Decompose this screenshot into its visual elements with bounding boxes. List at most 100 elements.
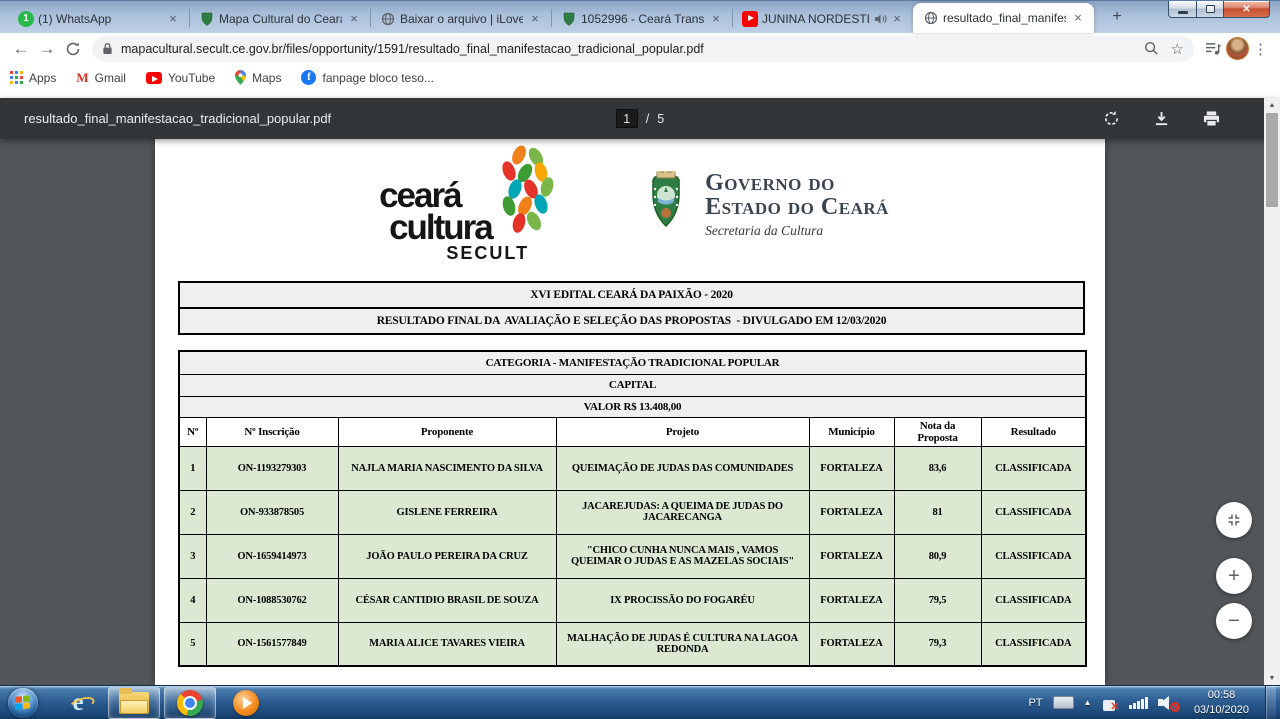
windows-flag-icon — [15, 695, 31, 711]
cell-resultado: CLASSIFICADA — [981, 446, 1086, 490]
taskbar-media-player[interactable] — [220, 687, 272, 719]
fit-page-button[interactable] — [1216, 502, 1252, 538]
network-signal-icon[interactable] — [1129, 696, 1148, 709]
cell-projeto: QUEIMAÇÃO DE JUDAS DAS COMUNIDADES — [556, 446, 809, 490]
window-controls: ✕ — [1168, 1, 1270, 18]
column-header: Nº — [179, 417, 206, 446]
download-icon[interactable] — [1154, 111, 1169, 127]
logo-text-secretaria: Secretaria da Cultura — [705, 223, 889, 239]
show-desktop-button[interactable] — [1265, 686, 1276, 719]
tab-close-icon[interactable]: × — [708, 11, 724, 27]
tab-resultado-pdf-active[interactable]: resultado_final_manifest × — [913, 3, 1094, 33]
address-bar[interactable]: mapacultural.secult.ce.gov.br/files/oppo… — [92, 36, 1194, 62]
edital-title: XVI EDITAL CEARÁ DA PAIXÃO - 2020 — [179, 282, 1084, 308]
tab-close-icon[interactable]: × — [346, 11, 362, 27]
print-icon[interactable] — [1203, 111, 1220, 127]
lock-icon[interactable] — [102, 42, 113, 55]
cell-nota: 83,6 — [894, 446, 981, 490]
maps-pin-icon — [235, 70, 246, 85]
tab-close-icon[interactable]: × — [527, 11, 543, 27]
remove-hardware-icon[interactable]: ✕ — [1101, 695, 1119, 711]
column-header: Município — [809, 417, 894, 446]
youtube-icon — [742, 11, 758, 27]
value-line: VALOR R$ 13.408,00 — [179, 396, 1086, 417]
cell-proponente: JOÃO PAULO PEREIRA DA CRUZ — [338, 534, 556, 578]
tab-close-icon[interactable]: × — [165, 11, 181, 27]
cell-proponente: GISLENE FERREIRA — [338, 490, 556, 534]
column-header: Nota da Proposta — [894, 417, 981, 446]
bookmark-label: Maps — [252, 71, 281, 85]
zoom-page-icon[interactable] — [1144, 41, 1159, 56]
scroll-down-icon[interactable]: ▼ — [1264, 671, 1280, 685]
new-tab-button[interactable]: + — [1103, 7, 1131, 29]
cell-projeto: IX PROCISSÃO DO FOGARÉU — [556, 578, 809, 622]
minimize-window-button[interactable] — [1168, 1, 1197, 18]
bookmark-star-icon[interactable]: ☆ — [1171, 40, 1184, 58]
screen: 1 (1) WhatsApp × Mapa Cultural do Ceará … — [0, 0, 1280, 719]
apps-grid-icon — [10, 71, 23, 84]
taskbar-chrome[interactable] — [164, 687, 216, 719]
hidden-icons-arrow[interactable]: ▲ — [1084, 698, 1092, 707]
bookmark-gmail[interactable]: M Gmail — [76, 70, 126, 86]
rotate-icon[interactable] — [1103, 110, 1120, 127]
language-indicator[interactable]: PT — [1028, 697, 1042, 709]
cell-inscricao: ON-1193279303 — [206, 446, 338, 490]
volume-muted-icon[interactable] — [1158, 695, 1178, 711]
scroll-up-icon[interactable]: ▲ — [1264, 98, 1280, 112]
tab-ilovepdf[interactable]: Baixar o arquivo | iLoveP × — [370, 4, 551, 33]
media-controls-icon[interactable] — [1200, 36, 1226, 62]
zoom-out-button[interactable]: − — [1216, 603, 1252, 639]
bookmark-label: fanpage bloco teso... — [322, 71, 433, 85]
vertical-scrollbar[interactable]: ▲ ▼ — [1264, 98, 1280, 685]
pdf-content-area[interactable]: ceará cultura SECULT — [0, 139, 1280, 685]
bookmark-apps[interactable]: Apps — [10, 71, 56, 85]
logo-text-governo: Governo do — [705, 171, 889, 195]
taskbar-clock[interactable]: 00:58 03/10/2020 — [1188, 688, 1255, 718]
tab-youtube[interactable]: JUNINA NORDESTIN × — [732, 4, 913, 33]
tab-title: (1) WhatsApp — [38, 12, 161, 26]
whatsapp-notification-icon: 1 — [18, 11, 34, 27]
table-row: 3 ON-1659414973 JOÃO PAULO PEREIRA DA CR… — [179, 534, 1086, 578]
clock-date: 03/10/2020 — [1194, 703, 1249, 718]
page-number-input[interactable]: 1 — [616, 109, 638, 128]
table-row: 5 ON-1561577849 MARIA ALICE TAVARES VIEI… — [179, 622, 1086, 666]
cell-nota: 80,9 — [894, 534, 981, 578]
chrome-icon — [177, 690, 203, 716]
bookmark-fanpage[interactable]: f fanpage bloco teso... — [301, 70, 433, 85]
bookmark-maps[interactable]: Maps — [235, 70, 281, 85]
tab-close-icon[interactable]: × — [889, 11, 905, 27]
profile-avatar[interactable] — [1226, 37, 1249, 60]
youtube-icon — [146, 72, 162, 84]
audio-playing-icon[interactable] — [874, 13, 887, 25]
back-button[interactable]: ← — [8, 36, 34, 62]
taskbar-file-explorer[interactable] — [108, 687, 160, 719]
tab-ceara-transparente[interactable]: 1052996 - Ceará Transpa × — [551, 4, 732, 33]
tab-mapa-cultural[interactable]: Mapa Cultural do Ceará × — [189, 4, 370, 33]
cell-number: 5 — [179, 622, 206, 666]
close-window-button[interactable]: ✕ — [1224, 1, 1270, 18]
url-text[interactable]: mapacultural.secult.ce.gov.br/files/oppo… — [121, 42, 1136, 56]
start-button[interactable] — [8, 688, 38, 718]
browser-menu-icon[interactable]: ⋮ — [1249, 40, 1272, 58]
maximize-window-button[interactable] — [1197, 1, 1224, 18]
column-header: Projeto — [556, 417, 809, 446]
scrollbar-thumb[interactable] — [1266, 113, 1278, 207]
bookmark-label: YouTube — [168, 71, 215, 85]
tab-whatsapp[interactable]: 1 (1) WhatsApp × — [8, 4, 189, 33]
forward-button[interactable]: → — [34, 36, 60, 62]
column-header: Resultado — [981, 417, 1086, 446]
tab-close-icon[interactable]: × — [1070, 10, 1086, 26]
cell-projeto: MALHAÇÃO DE JUDAS É CULTURA NA LAGOA RED… — [556, 622, 809, 666]
keyboard-icon[interactable] — [1053, 696, 1074, 709]
tab-title: 1052996 - Ceará Transpa — [581, 12, 704, 26]
bookmark-youtube[interactable]: YouTube — [146, 71, 215, 85]
reload-button[interactable] — [60, 36, 86, 62]
tab-title: Mapa Cultural do Ceará — [219, 12, 342, 26]
browser-navbar: ← → mapacultural.secult.ce.gov.br/files/… — [0, 33, 1280, 64]
pdf-zoom-controls: + − — [1216, 502, 1252, 639]
taskbar-internet-explorer[interactable]: e — [52, 687, 104, 719]
leaf-mosaic-icon — [481, 145, 559, 243]
folder-icon — [119, 692, 149, 714]
zoom-in-button[interactable]: + — [1216, 558, 1252, 594]
tab-title: Baixar o arquivo | iLoveP — [400, 12, 523, 26]
